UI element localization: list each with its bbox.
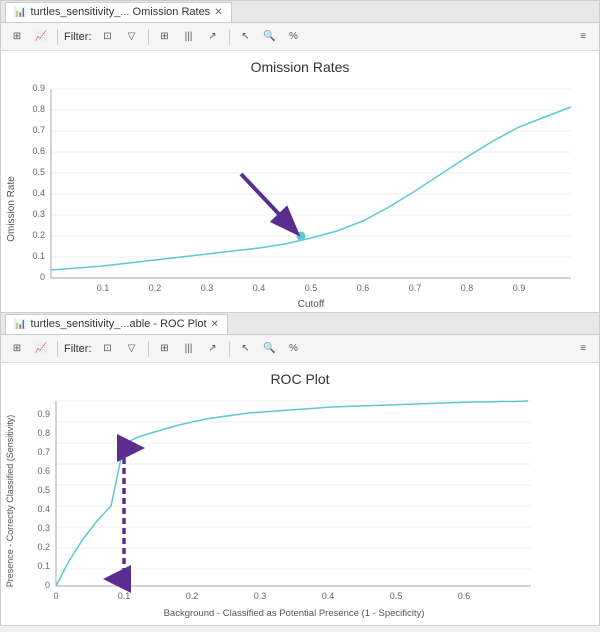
svg-text:0.3: 0.3	[254, 591, 267, 601]
svg-text:0.9: 0.9	[513, 283, 526, 293]
omission-chart-svg: Omission Rate 0 0.1 0.2 0.3 0.4 0.5 0.6	[1, 79, 600, 317]
roc-curve	[56, 401, 528, 586]
roc-plot-panel: 📊 turtles_sensitivity_...able - ROC Plot…	[0, 313, 600, 626]
sep6	[229, 341, 230, 357]
zoom-icon[interactable]: 🔍	[260, 27, 280, 47]
tab-bar-2: 📊 turtles_sensitivity_...able - ROC Plot…	[1, 313, 599, 335]
tab-icon-1: 📊	[14, 7, 26, 18]
x-axis-label-2: Background - Classified as Potential Pre…	[164, 608, 425, 619]
svg-text:0.1: 0.1	[118, 591, 131, 601]
svg-text:0.6: 0.6	[37, 466, 50, 476]
columns-icon-2[interactable]: |||	[179, 339, 199, 359]
svg-text:0.8: 0.8	[461, 283, 474, 293]
table-icon-2[interactable]: ⊞	[7, 339, 27, 359]
svg-text:0.2: 0.2	[149, 283, 162, 293]
svg-text:0.3: 0.3	[37, 523, 50, 533]
svg-text:0.2: 0.2	[32, 230, 45, 240]
tab-omission-rates[interactable]: 📊 turtles_sensitivity_... Omission Rates…	[5, 2, 232, 22]
svg-text:0.4: 0.4	[37, 504, 50, 514]
grid-icon-2[interactable]: ⊞	[155, 339, 175, 359]
svg-text:0.8: 0.8	[37, 428, 50, 438]
percent-icon-2[interactable]: %	[284, 339, 304, 359]
omission-highlight-point	[297, 232, 305, 240]
tab-icon-2: 📊	[14, 319, 26, 330]
grid-icon[interactable]: ⊞	[155, 27, 175, 47]
tab-label-2: turtles_sensitivity_...able - ROC Plot	[30, 318, 206, 330]
y-axis-label-1: Omission Rate	[6, 176, 17, 242]
menu-icon-1[interactable]: ≡	[573, 27, 593, 47]
svg-text:0: 0	[45, 580, 50, 590]
svg-text:0.7: 0.7	[37, 447, 50, 457]
svg-text:0.1: 0.1	[97, 283, 110, 293]
export-icon[interactable]: ↗	[203, 27, 223, 47]
toolbar-2: ⊞ 📈 Filter: ⊡ ▽ ⊞ ||| ↗ ↖ 🔍 % ≡	[1, 335, 599, 363]
columns-icon[interactable]: |||	[179, 27, 199, 47]
select-icon[interactable]: ↖	[236, 27, 256, 47]
tab-bar-1: 📊 turtles_sensitivity_... Omission Rates…	[1, 1, 599, 23]
zoom-icon-2[interactable]: 🔍	[260, 339, 280, 359]
svg-text:0.4: 0.4	[253, 283, 266, 293]
svg-text:0.8: 0.8	[32, 104, 45, 114]
roc-chart-svg: Presence - Correctly Classified (Sensiti…	[1, 391, 600, 629]
funnel-icon-2[interactable]: ▽	[122, 339, 142, 359]
svg-text:0.4: 0.4	[322, 591, 335, 601]
svg-text:0: 0	[53, 591, 58, 601]
sep2	[148, 29, 149, 45]
svg-text:0.5: 0.5	[37, 485, 50, 495]
funnel-icon[interactable]: ▽	[122, 27, 142, 47]
toolbar-1: ⊞ 📈 Filter: ⊡ ▽ ⊞ ||| ↗ ↖ 🔍 % ≡	[1, 23, 599, 51]
svg-text:0.5: 0.5	[305, 283, 318, 293]
svg-text:0.2: 0.2	[37, 542, 50, 552]
svg-text:0.6: 0.6	[32, 146, 45, 156]
svg-text:0.9: 0.9	[37, 409, 50, 419]
filter-label-1: Filter:	[64, 31, 92, 43]
menu-icon-2[interactable]: ≡	[573, 339, 593, 359]
svg-text:0.1: 0.1	[37, 561, 50, 571]
sep5	[148, 341, 149, 357]
svg-text:0.5: 0.5	[32, 167, 45, 177]
roc-chart-area: ROC Plot Presence - Correctly Classified…	[1, 363, 599, 623]
svg-text:0.3: 0.3	[201, 283, 214, 293]
percent-icon[interactable]: %	[284, 27, 304, 47]
filter-label-2: Filter:	[64, 343, 92, 355]
filter-icon-2[interactable]: ⊡	[98, 339, 118, 359]
omission-rates-panel: 📊 turtles_sensitivity_... Omission Rates…	[0, 0, 600, 313]
y-axis-label-2: Presence - Correctly Classified (Sensiti…	[5, 415, 15, 588]
export-icon-2[interactable]: ↗	[203, 339, 223, 359]
select-icon-2[interactable]: ↖	[236, 339, 256, 359]
svg-text:0.9: 0.9	[32, 83, 45, 93]
tab-roc-plot[interactable]: 📊 turtles_sensitivity_...able - ROC Plot…	[5, 314, 228, 334]
svg-text:0.4: 0.4	[32, 188, 45, 198]
svg-text:0: 0	[40, 272, 45, 282]
svg-text:0.7: 0.7	[409, 283, 422, 293]
svg-text:0.1: 0.1	[32, 251, 45, 261]
filter-icon[interactable]: ⊡	[98, 27, 118, 47]
svg-text:0.6: 0.6	[357, 283, 370, 293]
svg-text:0.2: 0.2	[186, 591, 199, 601]
sep1	[57, 29, 58, 45]
roc-chart-title: ROC Plot	[1, 363, 599, 387]
omission-chart-area: Omission Rates Omission Rate 0 0.1 0.2 0…	[1, 51, 599, 311]
svg-text:0.7: 0.7	[32, 125, 45, 135]
sep4	[57, 341, 58, 357]
roc-highlight-point	[120, 440, 128, 448]
svg-text:0.6: 0.6	[458, 591, 471, 601]
chart-icon[interactable]: 📈	[31, 27, 51, 47]
tab-close-2[interactable]: ✕	[211, 319, 219, 330]
svg-text:0.5: 0.5	[390, 591, 403, 601]
omission-chart-title: Omission Rates	[1, 51, 599, 75]
omission-arrow	[241, 174, 295, 231]
x-axis-label-1: Cutoff	[298, 299, 325, 310]
omission-curve	[51, 107, 571, 270]
sep3	[229, 29, 230, 45]
tab-label-1: turtles_sensitivity_... Omission Rates	[30, 6, 210, 18]
svg-text:0.3: 0.3	[32, 209, 45, 219]
tab-close-1[interactable]: ✕	[214, 7, 222, 18]
table-icon[interactable]: ⊞	[7, 27, 27, 47]
chart-icon-2[interactable]: 📈	[31, 339, 51, 359]
